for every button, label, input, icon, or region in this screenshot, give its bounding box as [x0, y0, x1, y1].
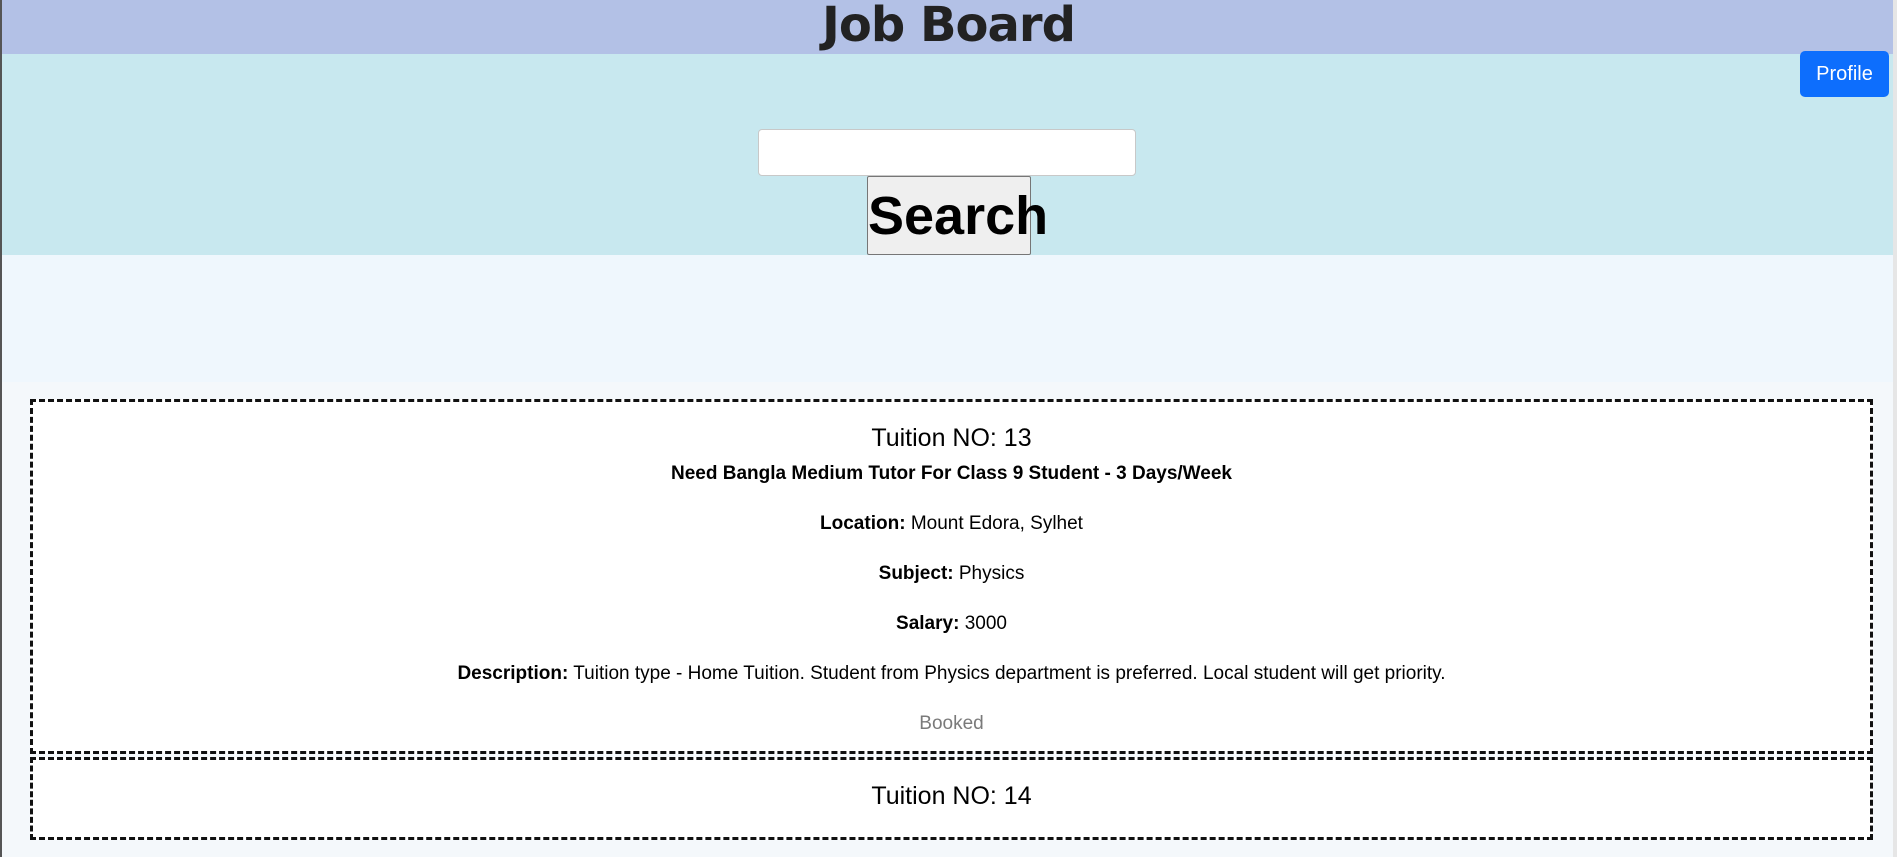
page-title: Job Board [822, 0, 1076, 53]
scrollbar[interactable] [1893, 0, 1897, 857]
subject-value: Physics [958, 563, 1025, 584]
job-list: Tuition NO: 13 Need Bangla Medium Tutor … [30, 399, 1873, 843]
location-value: Mount Edora, Sylhet [910, 513, 1083, 534]
description-label: Description: [457, 663, 569, 684]
profile-button[interactable]: Profile [1800, 51, 1889, 97]
job-card: Tuition NO: 14 [30, 757, 1873, 840]
job-salary: Salary: 3000 [53, 613, 1850, 635]
title-bar: Job Board [2, 0, 1895, 55]
tuition-number: Tuition NO: 13 [871, 424, 1032, 452]
salary-label: Salary: [896, 613, 960, 634]
tuition-number: Tuition NO: 14 [871, 782, 1032, 810]
description-value: Tuition type - Home Tuition. Student fro… [573, 663, 1446, 684]
subject-label: Subject: [878, 563, 954, 584]
job-subject: Subject: Physics [53, 563, 1850, 585]
status-badge: Booked [919, 713, 984, 734]
job-description: Description: Tuition type - Home Tuition… [53, 663, 1850, 685]
job-location: Location: Mount Edora, Sylhet [53, 513, 1850, 535]
location-label: Location: [820, 513, 906, 534]
search-input[interactable] [758, 129, 1136, 176]
search-section: Search [2, 54, 1895, 255]
content-spacer [2, 255, 1895, 382]
job-card: Tuition NO: 13 Need Bangla Medium Tutor … [30, 399, 1873, 754]
search-button[interactable]: Search [867, 176, 1048, 255]
job-board-page: Job Board Search Profile Tuition NO: 13 … [0, 0, 1897, 857]
job-title: Need Bangla Medium Tutor For Class 9 Stu… [671, 463, 1232, 484]
salary-value: 3000 [964, 613, 1007, 634]
